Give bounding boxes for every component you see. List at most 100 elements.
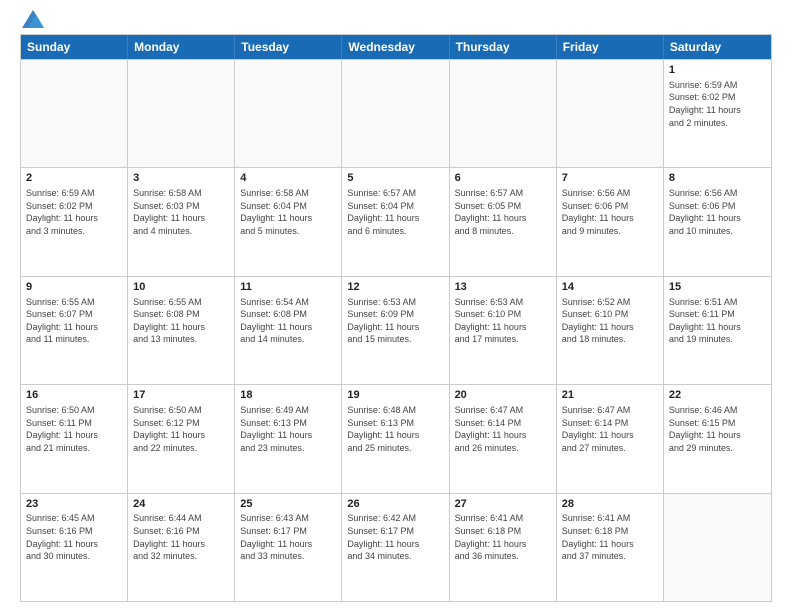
- day-info: Sunrise: 6:59 AMSunset: 6:02 PMDaylight:…: [669, 79, 766, 129]
- day-info: Sunrise: 6:47 AMSunset: 6:14 PMDaylight:…: [562, 404, 658, 454]
- day-info: Sunrise: 6:44 AMSunset: 6:16 PMDaylight:…: [133, 512, 229, 562]
- day-cell-15: 15Sunrise: 6:51 AMSunset: 6:11 PMDayligh…: [664, 277, 771, 384]
- day-number: 1: [669, 63, 766, 78]
- day-number: 7: [562, 171, 658, 186]
- day-info: Sunrise: 6:52 AMSunset: 6:10 PMDaylight:…: [562, 296, 658, 346]
- day-info: Sunrise: 6:43 AMSunset: 6:17 PMDaylight:…: [240, 512, 336, 562]
- day-number: 12: [347, 280, 443, 295]
- day-cell-9: 9Sunrise: 6:55 AMSunset: 6:07 PMDaylight…: [21, 277, 128, 384]
- calendar: SundayMondayTuesdayWednesdayThursdayFrid…: [20, 34, 772, 602]
- day-cell-6: 6Sunrise: 6:57 AMSunset: 6:05 PMDaylight…: [450, 168, 557, 275]
- logo: [20, 18, 44, 28]
- day-number: 16: [26, 388, 122, 403]
- day-cell-3: 3Sunrise: 6:58 AMSunset: 6:03 PMDaylight…: [128, 168, 235, 275]
- header-day-tuesday: Tuesday: [235, 35, 342, 59]
- day-number: 23: [26, 497, 122, 512]
- day-info: Sunrise: 6:47 AMSunset: 6:14 PMDaylight:…: [455, 404, 551, 454]
- day-cell-17: 17Sunrise: 6:50 AMSunset: 6:12 PMDayligh…: [128, 385, 235, 492]
- day-info: Sunrise: 6:56 AMSunset: 6:06 PMDaylight:…: [562, 187, 658, 237]
- empty-cell: [450, 60, 557, 167]
- calendar-body: 1Sunrise: 6:59 AMSunset: 6:02 PMDaylight…: [21, 59, 771, 601]
- day-info: Sunrise: 6:56 AMSunset: 6:06 PMDaylight:…: [669, 187, 766, 237]
- day-info: Sunrise: 6:58 AMSunset: 6:03 PMDaylight:…: [133, 187, 229, 237]
- day-cell-16: 16Sunrise: 6:50 AMSunset: 6:11 PMDayligh…: [21, 385, 128, 492]
- header: [20, 18, 772, 28]
- empty-cell: [235, 60, 342, 167]
- day-cell-26: 26Sunrise: 6:42 AMSunset: 6:17 PMDayligh…: [342, 494, 449, 601]
- day-info: Sunrise: 6:57 AMSunset: 6:04 PMDaylight:…: [347, 187, 443, 237]
- day-info: Sunrise: 6:48 AMSunset: 6:13 PMDaylight:…: [347, 404, 443, 454]
- day-cell-20: 20Sunrise: 6:47 AMSunset: 6:14 PMDayligh…: [450, 385, 557, 492]
- logo-icon: [22, 10, 44, 28]
- day-number: 27: [455, 497, 551, 512]
- header-day-sunday: Sunday: [21, 35, 128, 59]
- day-cell-25: 25Sunrise: 6:43 AMSunset: 6:17 PMDayligh…: [235, 494, 342, 601]
- day-info: Sunrise: 6:41 AMSunset: 6:18 PMDaylight:…: [562, 512, 658, 562]
- day-number: 10: [133, 280, 229, 295]
- calendar-row-0: 1Sunrise: 6:59 AMSunset: 6:02 PMDaylight…: [21, 59, 771, 167]
- day-cell-4: 4Sunrise: 6:58 AMSunset: 6:04 PMDaylight…: [235, 168, 342, 275]
- day-number: 17: [133, 388, 229, 403]
- day-number: 4: [240, 171, 336, 186]
- day-cell-7: 7Sunrise: 6:56 AMSunset: 6:06 PMDaylight…: [557, 168, 664, 275]
- day-number: 15: [669, 280, 766, 295]
- day-info: Sunrise: 6:50 AMSunset: 6:12 PMDaylight:…: [133, 404, 229, 454]
- day-cell-13: 13Sunrise: 6:53 AMSunset: 6:10 PMDayligh…: [450, 277, 557, 384]
- empty-cell: [128, 60, 235, 167]
- day-cell-19: 19Sunrise: 6:48 AMSunset: 6:13 PMDayligh…: [342, 385, 449, 492]
- day-number: 2: [26, 171, 122, 186]
- empty-cell: [664, 494, 771, 601]
- day-cell-27: 27Sunrise: 6:41 AMSunset: 6:18 PMDayligh…: [450, 494, 557, 601]
- day-number: 19: [347, 388, 443, 403]
- day-cell-2: 2Sunrise: 6:59 AMSunset: 6:02 PMDaylight…: [21, 168, 128, 275]
- day-info: Sunrise: 6:55 AMSunset: 6:07 PMDaylight:…: [26, 296, 122, 346]
- day-number: 9: [26, 280, 122, 295]
- day-info: Sunrise: 6:49 AMSunset: 6:13 PMDaylight:…: [240, 404, 336, 454]
- calendar-row-1: 2Sunrise: 6:59 AMSunset: 6:02 PMDaylight…: [21, 167, 771, 275]
- day-cell-24: 24Sunrise: 6:44 AMSunset: 6:16 PMDayligh…: [128, 494, 235, 601]
- day-info: Sunrise: 6:53 AMSunset: 6:10 PMDaylight:…: [455, 296, 551, 346]
- header-day-friday: Friday: [557, 35, 664, 59]
- day-info: Sunrise: 6:59 AMSunset: 6:02 PMDaylight:…: [26, 187, 122, 237]
- day-cell-14: 14Sunrise: 6:52 AMSunset: 6:10 PMDayligh…: [557, 277, 664, 384]
- day-cell-28: 28Sunrise: 6:41 AMSunset: 6:18 PMDayligh…: [557, 494, 664, 601]
- day-info: Sunrise: 6:57 AMSunset: 6:05 PMDaylight:…: [455, 187, 551, 237]
- day-info: Sunrise: 6:54 AMSunset: 6:08 PMDaylight:…: [240, 296, 336, 346]
- day-number: 24: [133, 497, 229, 512]
- calendar-row-3: 16Sunrise: 6:50 AMSunset: 6:11 PMDayligh…: [21, 384, 771, 492]
- day-cell-21: 21Sunrise: 6:47 AMSunset: 6:14 PMDayligh…: [557, 385, 664, 492]
- day-number: 26: [347, 497, 443, 512]
- day-cell-23: 23Sunrise: 6:45 AMSunset: 6:16 PMDayligh…: [21, 494, 128, 601]
- day-info: Sunrise: 6:50 AMSunset: 6:11 PMDaylight:…: [26, 404, 122, 454]
- day-number: 28: [562, 497, 658, 512]
- day-number: 20: [455, 388, 551, 403]
- day-cell-12: 12Sunrise: 6:53 AMSunset: 6:09 PMDayligh…: [342, 277, 449, 384]
- header-day-wednesday: Wednesday: [342, 35, 449, 59]
- day-number: 11: [240, 280, 336, 295]
- header-day-saturday: Saturday: [664, 35, 771, 59]
- day-cell-10: 10Sunrise: 6:55 AMSunset: 6:08 PMDayligh…: [128, 277, 235, 384]
- day-info: Sunrise: 6:46 AMSunset: 6:15 PMDaylight:…: [669, 404, 766, 454]
- day-cell-8: 8Sunrise: 6:56 AMSunset: 6:06 PMDaylight…: [664, 168, 771, 275]
- day-info: Sunrise: 6:55 AMSunset: 6:08 PMDaylight:…: [133, 296, 229, 346]
- calendar-row-4: 23Sunrise: 6:45 AMSunset: 6:16 PMDayligh…: [21, 493, 771, 601]
- day-number: 8: [669, 171, 766, 186]
- day-info: Sunrise: 6:58 AMSunset: 6:04 PMDaylight:…: [240, 187, 336, 237]
- day-info: Sunrise: 6:51 AMSunset: 6:11 PMDaylight:…: [669, 296, 766, 346]
- day-cell-11: 11Sunrise: 6:54 AMSunset: 6:08 PMDayligh…: [235, 277, 342, 384]
- empty-cell: [557, 60, 664, 167]
- day-number: 25: [240, 497, 336, 512]
- calendar-row-2: 9Sunrise: 6:55 AMSunset: 6:07 PMDaylight…: [21, 276, 771, 384]
- day-cell-18: 18Sunrise: 6:49 AMSunset: 6:13 PMDayligh…: [235, 385, 342, 492]
- day-number: 6: [455, 171, 551, 186]
- day-number: 14: [562, 280, 658, 295]
- page: SundayMondayTuesdayWednesdayThursdayFrid…: [0, 0, 792, 612]
- day-info: Sunrise: 6:53 AMSunset: 6:09 PMDaylight:…: [347, 296, 443, 346]
- day-info: Sunrise: 6:45 AMSunset: 6:16 PMDaylight:…: [26, 512, 122, 562]
- calendar-header: SundayMondayTuesdayWednesdayThursdayFrid…: [21, 35, 771, 59]
- day-cell-5: 5Sunrise: 6:57 AMSunset: 6:04 PMDaylight…: [342, 168, 449, 275]
- day-number: 22: [669, 388, 766, 403]
- day-number: 5: [347, 171, 443, 186]
- header-day-monday: Monday: [128, 35, 235, 59]
- header-day-thursday: Thursday: [450, 35, 557, 59]
